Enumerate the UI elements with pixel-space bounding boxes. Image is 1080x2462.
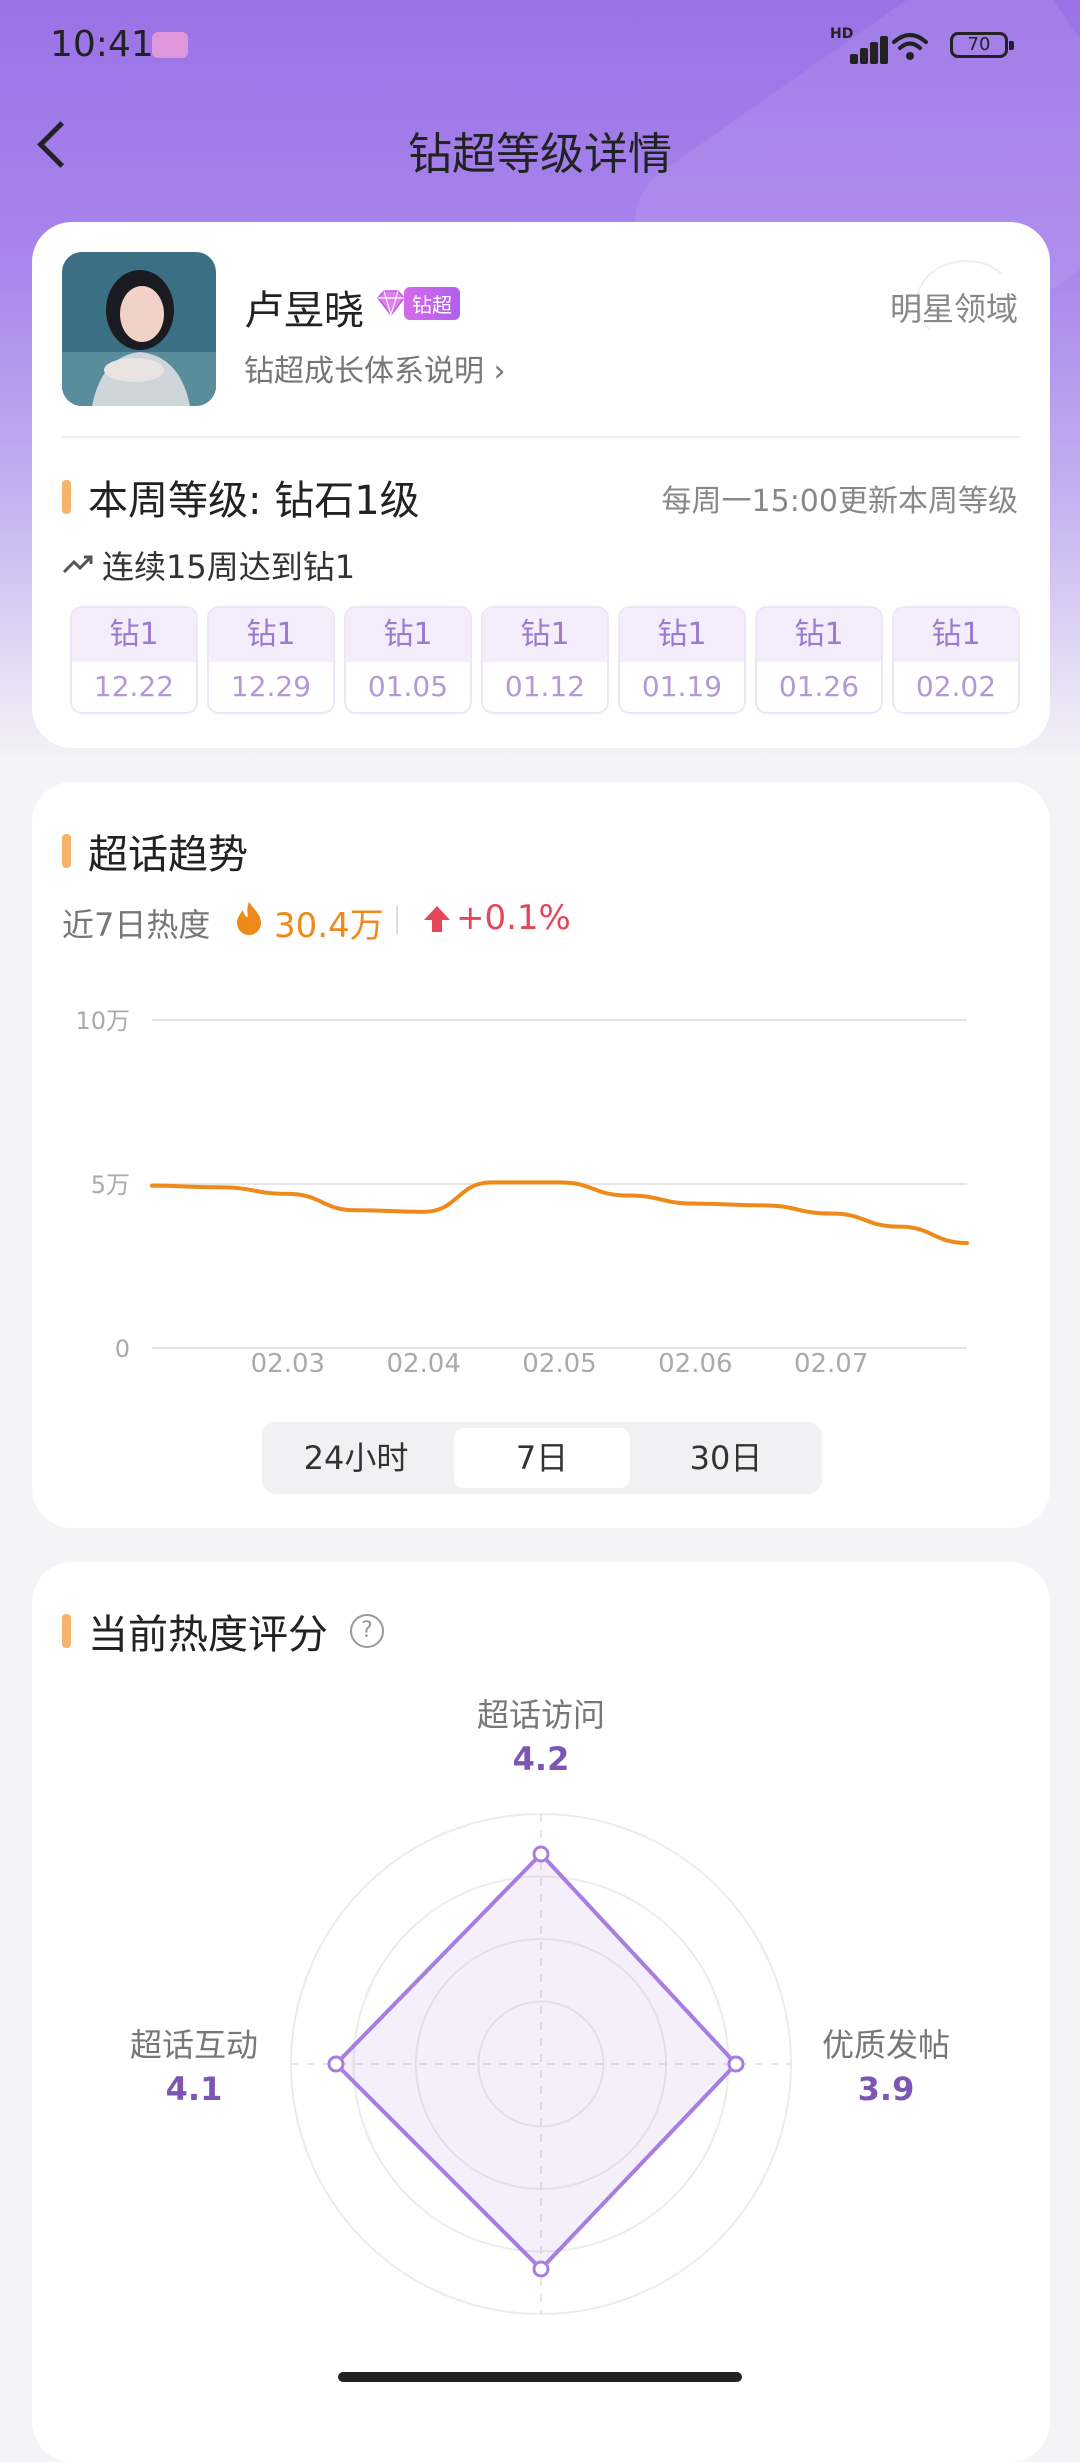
user-name: 卢昱晓 <box>244 288 364 334</box>
tab-24h[interactable]: 24小时 <box>268 1428 444 1488</box>
week-level: 钻1 <box>346 608 470 662</box>
week-date: 01.12 <box>504 670 586 703</box>
status-bar: 10:41 HD 70 <box>0 0 1080 92</box>
realm-label[interactable]: 明星领域 <box>890 284 1018 330</box>
axis-value-posts: 3.9 <box>857 2070 915 2108</box>
axis-value-visits: 4.2 <box>512 1740 570 1778</box>
trend-chart: 10万 5万 0 02.03 02.04 02.05 02.06 02.07 <box>75 1007 969 1372</box>
tab-7d[interactable]: 7日 <box>454 1428 630 1488</box>
axis-label-posts: 优质发帖 <box>821 2026 950 2064</box>
week-level: 钻1 <box>894 608 1018 662</box>
week-date: 01.26 <box>778 670 860 703</box>
week-date: 12.22 <box>93 670 175 703</box>
week-item: 钻1 01.19 <box>618 606 746 714</box>
heat-change: +0.1% <box>456 898 571 938</box>
trend-card: 超话趋势 近7日热度 30.4万 +0.1% 10万 5万 0 02.03 02.04 0… <box>32 782 1050 1528</box>
weekly-levels: 钻1 12.22 钻1 12.29 钻1 01.05 钻1 01.12 钻1 01.19 … <box>70 606 1020 714</box>
section-marker <box>62 834 71 868</box>
level-card: 卢昱晓 钻超 钻超成长体系说明 › 明星领域 本周等级: 钻石1级 每周一15:… <box>32 222 1050 748</box>
x-tick-label: 02.07 <box>794 1349 868 1372</box>
x-tick-label: 02.05 <box>522 1349 596 1372</box>
radar-point <box>532 2260 550 2278</box>
week-item: 钻1 12.22 <box>70 606 198 714</box>
range-selector: 24小时 7日 30日 <box>262 1422 822 1494</box>
divider <box>396 906 398 934</box>
week-item: 钻1 12.29 <box>207 606 335 714</box>
trend-up-icon <box>62 555 93 574</box>
score-card: 当前热度评分 ? 超话访问 4.2 优质发帖 3.9 超话互动 4.1 <box>32 1562 1050 2462</box>
radar-area <box>333 1851 739 2272</box>
radar-point <box>727 2055 745 2073</box>
growth-system-link[interactable]: 钻超成长体系说明 › <box>244 346 506 390</box>
week-item: 钻1 01.12 <box>481 606 609 714</box>
x-tick-label: 02.04 <box>386 1349 460 1372</box>
signal-icon <box>830 30 888 64</box>
week-date: 02.02 <box>915 670 997 703</box>
fire-icon <box>237 902 261 935</box>
radar-point <box>327 2055 345 2073</box>
week-level-title: 本周等级: 钻石1级 <box>88 478 420 524</box>
diamond-badge: 钻超 <box>374 286 460 320</box>
week-level: 钻1 <box>757 608 881 662</box>
y-tick-label: 5万 <box>91 1171 130 1199</box>
week-level: 钻1 <box>483 608 607 662</box>
page-title: 钻超等级详情 <box>408 129 672 180</box>
status-time: 10:41 <box>50 24 154 65</box>
x-tick-label: 02.06 <box>658 1349 732 1372</box>
y-tick-label: 10万 <box>75 1007 130 1035</box>
arrow-up-icon <box>424 906 450 932</box>
heat-label: 近7日热度 <box>62 906 211 944</box>
x-tick-label: 02.03 <box>251 1349 325 1372</box>
axis-value-interaction: 4.1 <box>165 2070 223 2108</box>
week-date: 01.19 <box>641 670 723 703</box>
week-level: 钻1 <box>620 608 744 662</box>
avatar-image <box>62 252 216 406</box>
diamond-icon <box>377 290 405 318</box>
week-level: 钻1 <box>72 608 196 662</box>
avatar[interactable] <box>62 252 216 406</box>
axis-label-interaction: 超话互动 <box>129 2026 258 2064</box>
badge-label: 钻超 <box>404 286 460 320</box>
week-item: 钻1 02.02 <box>892 606 1020 714</box>
series-line <box>150 1180 969 1246</box>
week-item: 钻1 01.26 <box>755 606 883 714</box>
week-level: 钻1 <box>209 608 333 662</box>
radar-point <box>532 1845 550 1863</box>
week-date: 01.05 <box>367 670 449 703</box>
divider <box>62 436 1020 438</box>
week-date: 12.29 <box>230 670 312 703</box>
battery-icon: 70 <box>950 32 1014 58</box>
home-indicator[interactable] <box>338 2372 742 2382</box>
wifi-icon <box>892 33 928 60</box>
y-tick-label: 0 <box>115 1335 130 1363</box>
trend-title: 超话趋势 <box>88 832 248 878</box>
update-note: 每周一15:00更新本周等级 <box>661 484 1018 519</box>
tab-30d[interactable]: 30日 <box>638 1428 814 1488</box>
notification-icon <box>152 32 188 58</box>
axis-label-visits: 超话访问 <box>476 1696 605 1734</box>
heat-value: 30.4万 <box>274 906 384 946</box>
streak-text: 连续15周达到钻1 <box>102 548 356 586</box>
week-item: 钻1 01.05 <box>344 606 472 714</box>
section-marker <box>62 480 71 514</box>
